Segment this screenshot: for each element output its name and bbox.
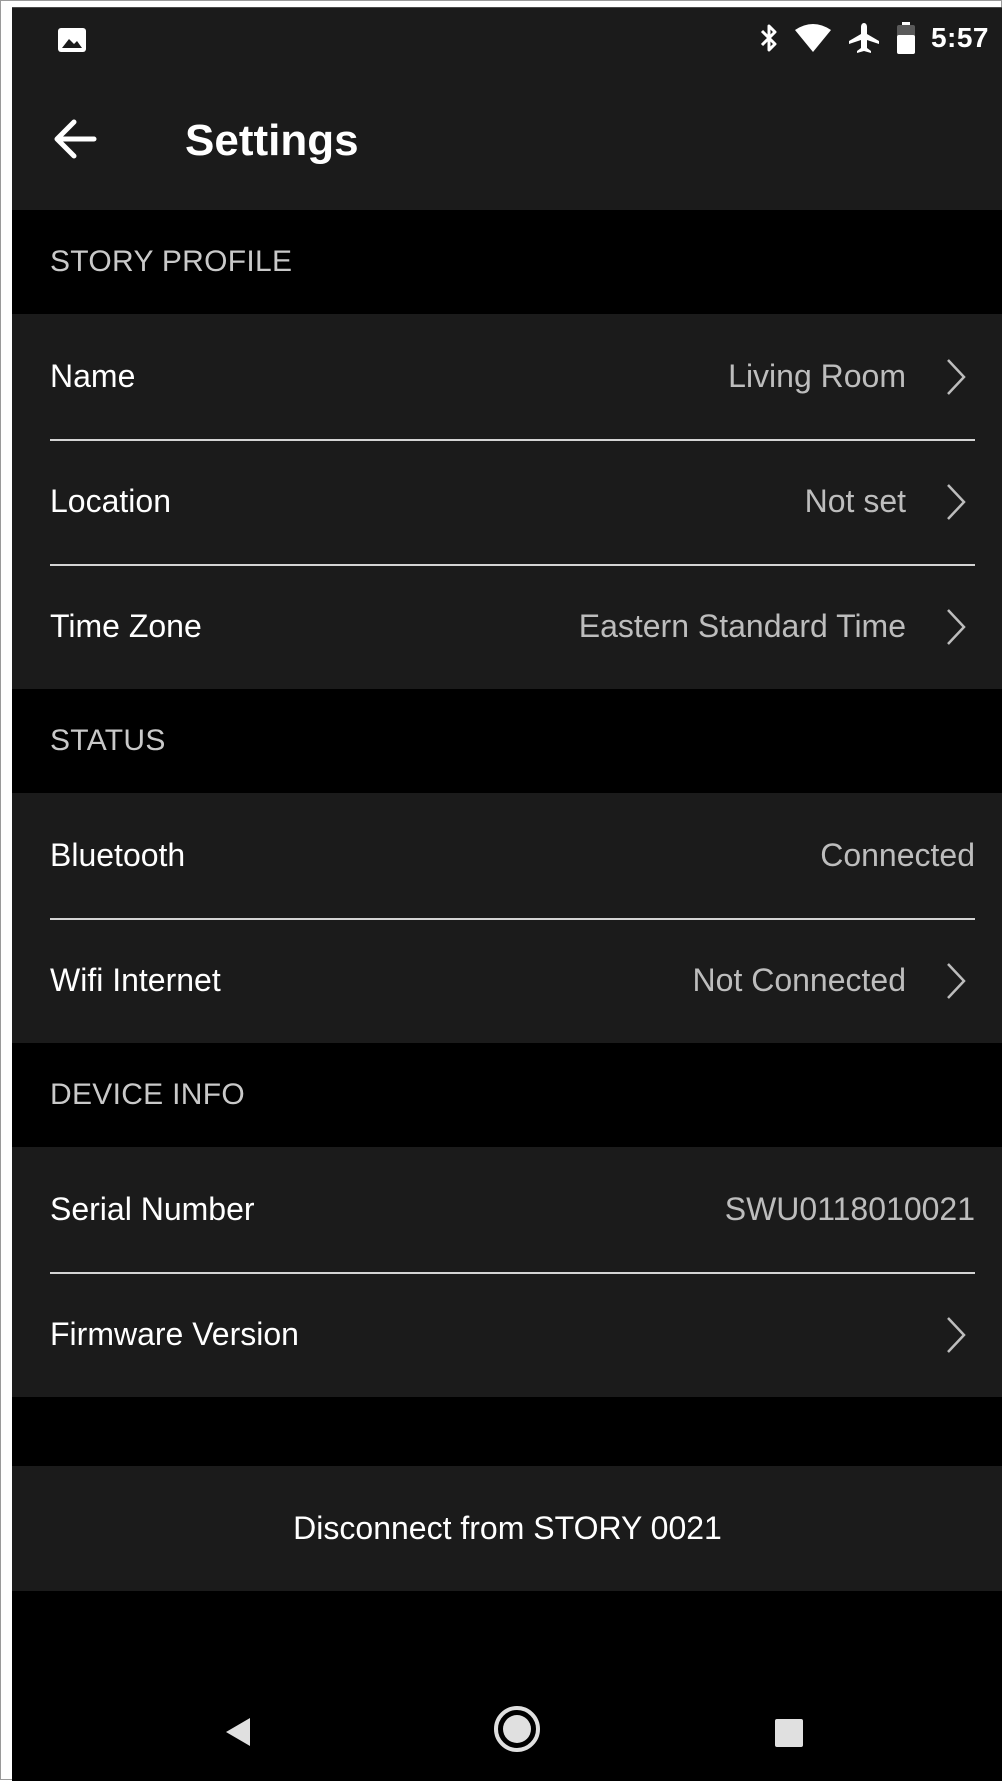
arrow-left-icon[interactable] [52, 118, 98, 160]
chevron-right-icon [947, 484, 966, 520]
row-location[interactable]: Location Not set [12, 439, 1002, 564]
phone-screen: 5:57 Settings STORY PROFILE Name Living … [12, 7, 1002, 1781]
nav-home-icon[interactable] [492, 1704, 542, 1754]
row-serial-number: Serial Number SWU0118010021 [12, 1147, 1002, 1272]
wifi-icon [794, 24, 831, 52]
airplane-icon [848, 23, 879, 53]
row-value: Living Room [728, 358, 906, 394]
row-value: Not Connected [692, 962, 906, 998]
section-header-story-profile: STORY PROFILE [12, 210, 1002, 314]
disconnect-button[interactable]: Disconnect from STORY 0021 [12, 1466, 1002, 1591]
story-profile-group: Name Living Room Location Not set Time Z… [12, 314, 1002, 689]
row-label: Location [50, 483, 171, 519]
battery-icon [896, 22, 915, 54]
disconnect-label: Disconnect from STORY 0021 [293, 1510, 722, 1546]
section-header-device-info: DEVICE INFO [12, 1043, 1002, 1147]
row-firmware-version[interactable]: Firmware Version [12, 1272, 1002, 1397]
chevron-right-icon [947, 609, 966, 645]
row-value: SWU0118010021 [724, 1191, 975, 1227]
row-value: Connected [820, 837, 975, 873]
app-bar: Settings [12, 68, 1002, 210]
row-label: Wifi Internet [50, 962, 221, 998]
chevron-right-icon [947, 359, 966, 395]
row-label: Serial Number [50, 1191, 255, 1227]
section-title: DEVICE INFO [50, 1078, 245, 1111]
chevron-right-icon [947, 963, 966, 999]
status-bar: 5:57 [12, 8, 1002, 68]
device-info-group: Serial Number SWU0118010021 Firmware Ver… [12, 1147, 1002, 1397]
row-label: Firmware Version [50, 1316, 299, 1352]
row-time-zone[interactable]: Time Zone Eastern Standard Time [12, 564, 1002, 689]
page-title: Settings [185, 116, 359, 165]
navigation-bar [12, 1668, 1002, 1781]
section-title: STATUS [50, 724, 166, 757]
status-time: 5:57 [930, 22, 989, 53]
chevron-right-icon [947, 1317, 966, 1353]
row-wifi-internet[interactable]: Wifi Internet Not Connected [12, 918, 1002, 1043]
row-bluetooth: Bluetooth Connected [12, 793, 1002, 918]
row-label: Name [50, 358, 136, 394]
status-icons: 5:57 [759, 8, 989, 68]
row-label: Time Zone [50, 608, 202, 644]
row-value: Not set [804, 483, 906, 519]
device-frame: 5:57 Settings STORY PROFILE Name Living … [0, 0, 1002, 1781]
row-label: Bluetooth [50, 837, 186, 873]
section-header-status: STATUS [12, 689, 1002, 793]
nav-back-icon[interactable] [224, 1716, 252, 1748]
status-group: Bluetooth Connected Wifi Internet Not Co… [12, 793, 1002, 1043]
row-name[interactable]: Name Living Room [12, 314, 1002, 439]
row-value: Eastern Standard Time [578, 608, 906, 644]
section-title: STORY PROFILE [50, 245, 293, 278]
bluetooth-icon [760, 24, 777, 52]
nav-recents-icon[interactable] [774, 1718, 804, 1748]
image-icon [58, 28, 86, 52]
